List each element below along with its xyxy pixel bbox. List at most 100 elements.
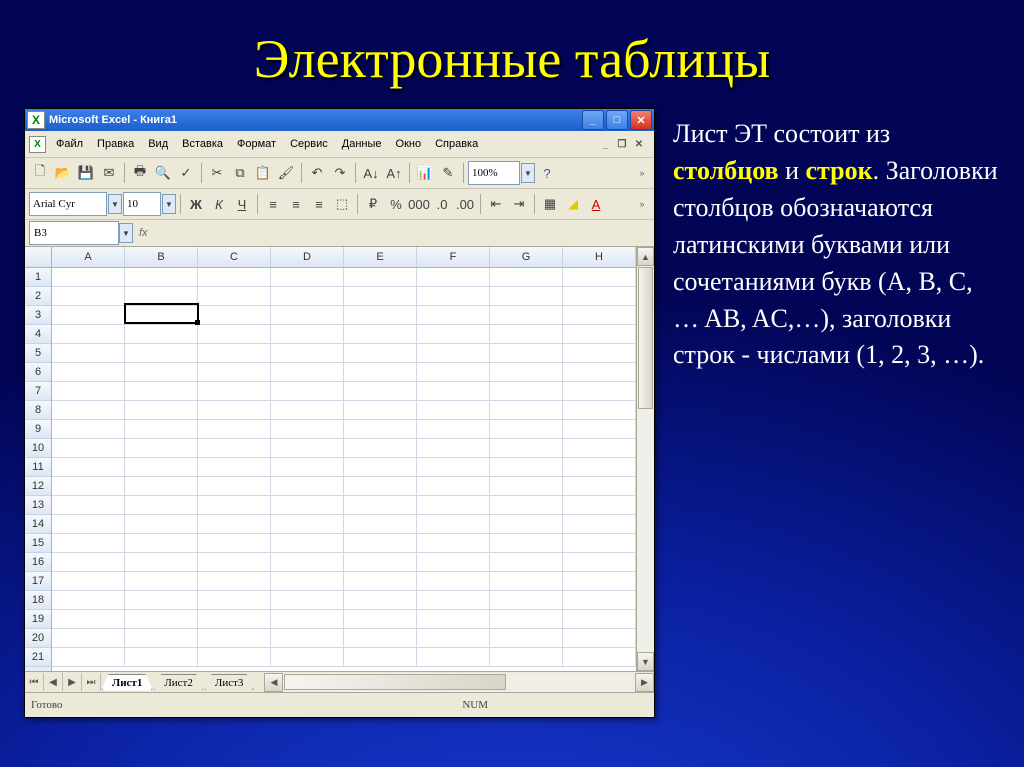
cell[interactable] — [271, 287, 344, 305]
cell[interactable] — [198, 439, 271, 457]
currency-icon[interactable]: ₽ — [362, 193, 384, 215]
cell[interactable] — [417, 496, 490, 514]
row-header[interactable]: 8 — [25, 401, 51, 420]
cell[interactable] — [563, 344, 636, 362]
cell[interactable] — [198, 401, 271, 419]
italic-icon[interactable]: К — [208, 193, 230, 215]
cell[interactable] — [52, 458, 125, 476]
cell[interactable] — [417, 363, 490, 381]
cell[interactable] — [417, 458, 490, 476]
cell[interactable] — [271, 439, 344, 457]
cell[interactable] — [490, 306, 563, 324]
cell[interactable] — [344, 325, 417, 343]
cell[interactable] — [344, 363, 417, 381]
cell[interactable] — [417, 268, 490, 286]
cell[interactable] — [271, 401, 344, 419]
cell[interactable] — [271, 268, 344, 286]
cell[interactable] — [417, 401, 490, 419]
cell[interactable] — [52, 344, 125, 362]
cell[interactable] — [417, 648, 490, 666]
help-icon[interactable]: ? — [536, 162, 558, 184]
mail-icon[interactable]: ✉ — [98, 162, 120, 184]
menu-window[interactable]: Окно — [390, 136, 428, 152]
close-button[interactable]: ✕ — [630, 110, 652, 130]
cell[interactable] — [563, 477, 636, 495]
menu-insert[interactable]: Вставка — [176, 136, 229, 152]
cell[interactable] — [563, 401, 636, 419]
row-header[interactable]: 5 — [25, 344, 51, 363]
cell[interactable] — [52, 268, 125, 286]
select-all-corner[interactable] — [25, 247, 51, 268]
cell[interactable] — [417, 572, 490, 590]
cell[interactable] — [198, 306, 271, 324]
menu-tools[interactable]: Сервис — [284, 136, 334, 152]
cell[interactable] — [52, 287, 125, 305]
cell[interactable] — [271, 629, 344, 647]
doc-minimize-button[interactable]: _ — [598, 137, 612, 151]
cell[interactable] — [125, 439, 198, 457]
save-icon[interactable]: 💾 — [75, 162, 97, 184]
cell[interactable] — [417, 591, 490, 609]
row-header[interactable]: 16 — [25, 553, 51, 572]
font-name-box[interactable]: Arial Cyr — [29, 192, 107, 216]
cell[interactable] — [52, 363, 125, 381]
cell[interactable] — [271, 610, 344, 628]
cell[interactable] — [198, 344, 271, 362]
cell[interactable] — [271, 591, 344, 609]
cell[interactable] — [125, 363, 198, 381]
col-header[interactable]: F — [417, 247, 490, 267]
cell[interactable] — [563, 325, 636, 343]
cell[interactable] — [198, 382, 271, 400]
cell[interactable] — [198, 268, 271, 286]
doc-close-button[interactable]: ✕ — [632, 137, 646, 151]
preview-icon[interactable]: 🔍 — [152, 162, 174, 184]
cell[interactable] — [563, 591, 636, 609]
cell[interactable] — [417, 344, 490, 362]
cell[interactable] — [198, 553, 271, 571]
cell[interactable] — [563, 610, 636, 628]
cell[interactable] — [417, 610, 490, 628]
menu-file[interactable]: Файл — [50, 136, 89, 152]
cell[interactable] — [52, 534, 125, 552]
sheet-tab[interactable]: Лист2 — [153, 674, 204, 691]
cell[interactable] — [344, 420, 417, 438]
cell[interactable] — [125, 477, 198, 495]
cell[interactable] — [490, 420, 563, 438]
cell[interactable] — [490, 648, 563, 666]
cell[interactable] — [344, 401, 417, 419]
scroll-left-icon[interactable]: ◀ — [264, 673, 283, 692]
cell[interactable] — [344, 382, 417, 400]
zoom-dropdown[interactable]: ▼ — [521, 163, 535, 183]
cell[interactable] — [52, 477, 125, 495]
menu-view[interactable]: Вид — [142, 136, 174, 152]
font-color-icon[interactable]: A — [585, 193, 607, 215]
cell[interactable] — [417, 553, 490, 571]
cell[interactable] — [125, 401, 198, 419]
row-header[interactable]: 18 — [25, 591, 51, 610]
cell[interactable] — [344, 591, 417, 609]
menu-help[interactable]: Справка — [429, 136, 484, 152]
name-box-dropdown[interactable]: ▼ — [119, 223, 133, 243]
cell[interactable] — [417, 287, 490, 305]
cell[interactable] — [125, 515, 198, 533]
cell[interactable] — [490, 382, 563, 400]
cell[interactable] — [344, 515, 417, 533]
cell[interactable] — [52, 553, 125, 571]
open-icon[interactable]: 📂 — [52, 162, 74, 184]
cell[interactable] — [198, 420, 271, 438]
zoom-box[interactable]: 100% — [468, 161, 520, 185]
cell[interactable] — [271, 458, 344, 476]
cell[interactable] — [52, 439, 125, 457]
sort-desc-icon[interactable]: A↑ — [383, 162, 405, 184]
spell-icon[interactable]: ✓ — [175, 162, 197, 184]
cell[interactable] — [563, 439, 636, 457]
sort-asc-icon[interactable]: A↓ — [360, 162, 382, 184]
scroll-up-icon[interactable]: ▲ — [637, 247, 654, 266]
comma-icon[interactable]: 000 — [408, 193, 430, 215]
bold-icon[interactable]: Ж — [185, 193, 207, 215]
align-left-icon[interactable]: ≡ — [262, 193, 284, 215]
col-header[interactable]: D — [271, 247, 344, 267]
fill-color-icon[interactable]: ◢ — [562, 193, 584, 215]
cell[interactable] — [52, 591, 125, 609]
cell[interactable] — [52, 572, 125, 590]
